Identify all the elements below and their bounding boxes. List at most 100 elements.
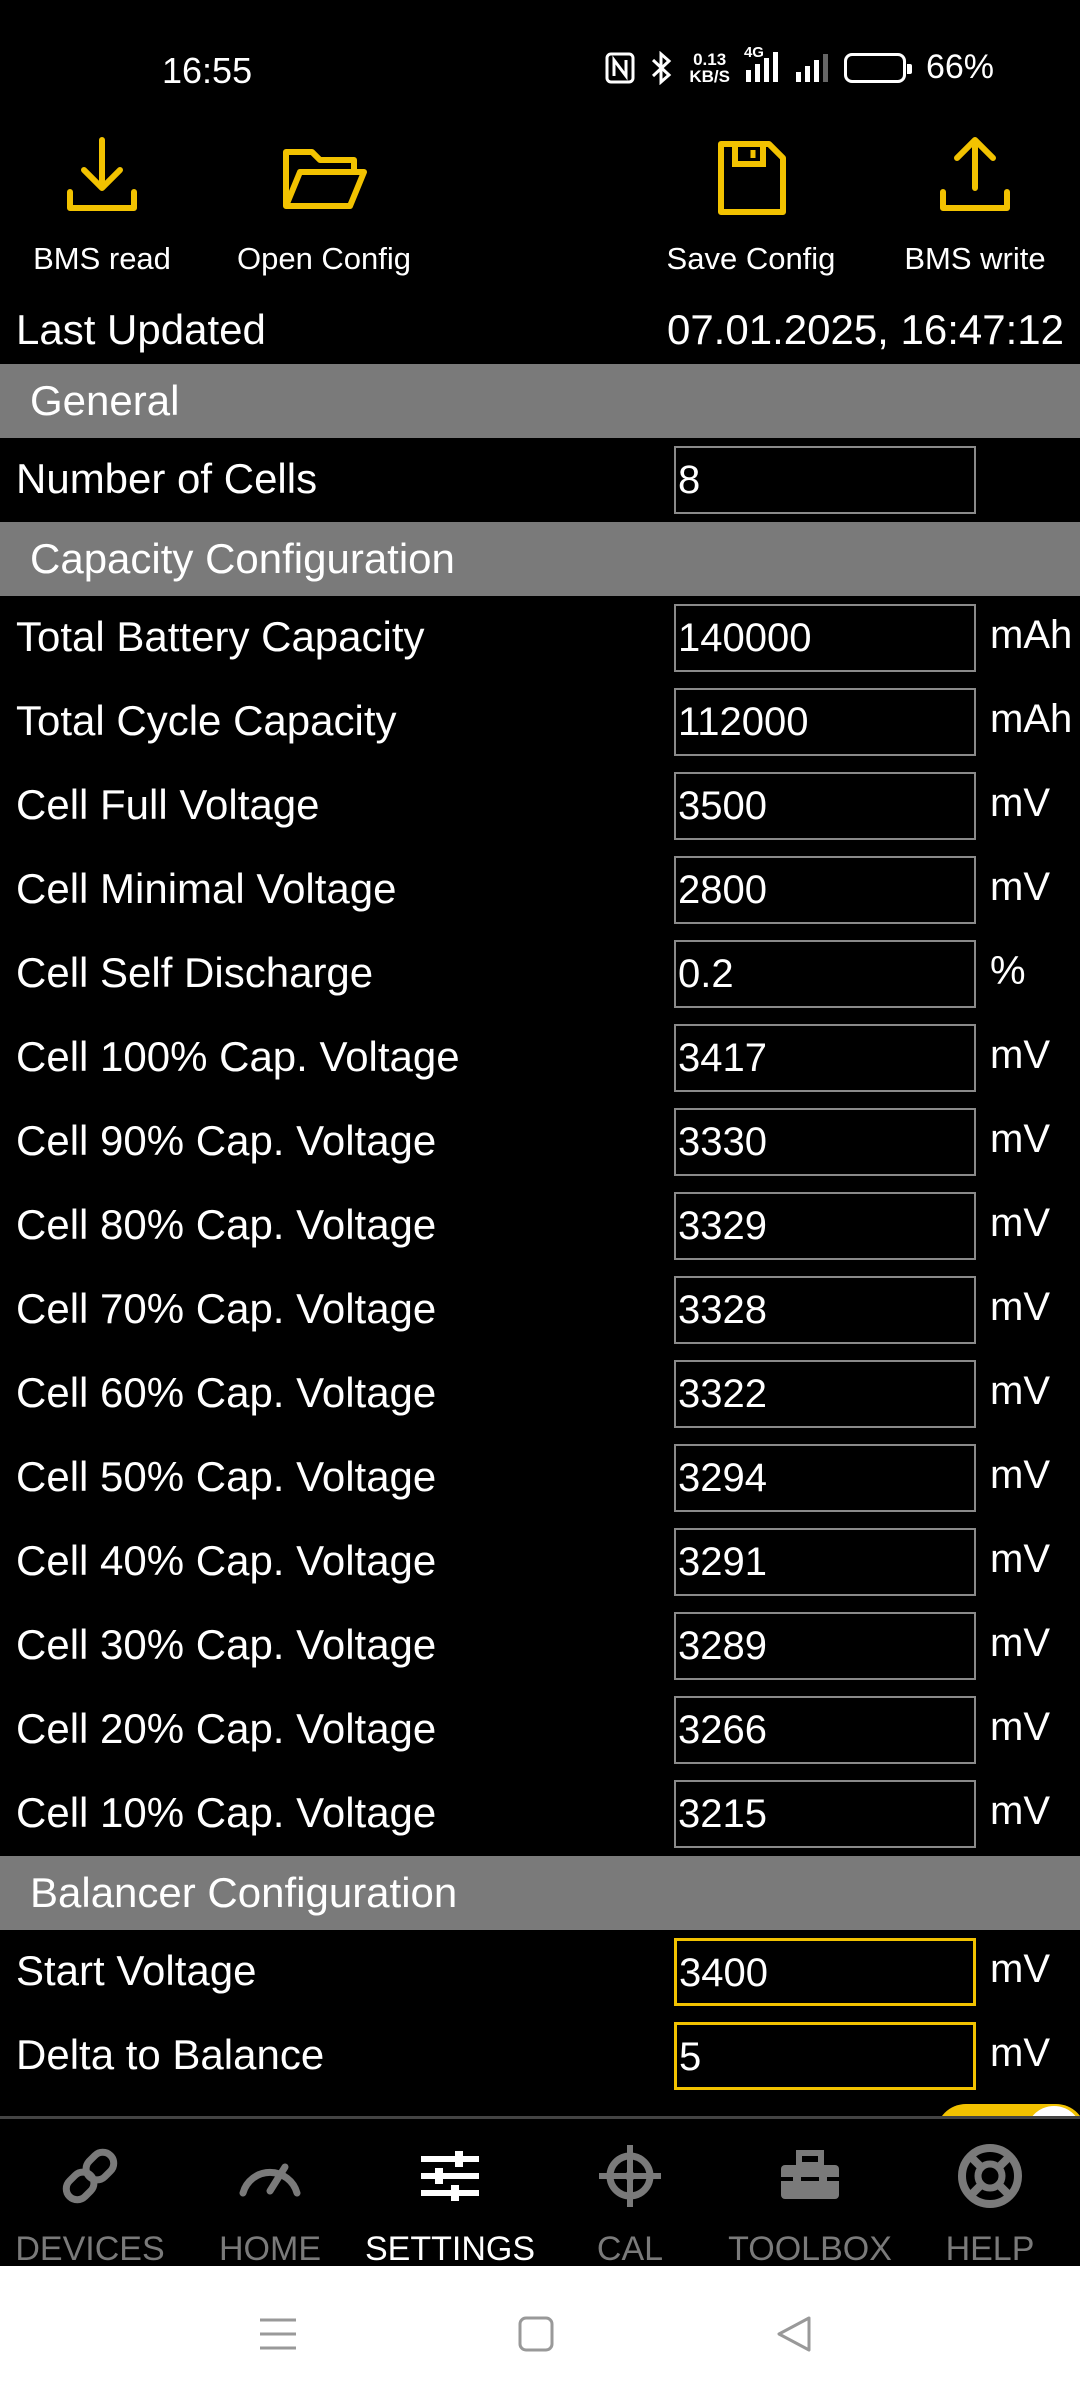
- status-icons: 0.13 KB/S 4G 66%: [605, 44, 994, 87]
- setting-unit: mV: [990, 1705, 1050, 1749]
- setting-value-field[interactable]: 0.2: [674, 940, 976, 1008]
- setting-value-field[interactable]: 8: [674, 446, 976, 514]
- setting-row: Cell 50% Cap. Voltage 3294 mV: [0, 1436, 1080, 1520]
- setting-value-field[interactable]: 3322: [674, 1360, 976, 1428]
- nav-settings-label: SETTINGS: [364, 2230, 536, 2268]
- open-config-label: Open Config: [236, 241, 412, 276]
- open-config-button[interactable]: Open Config: [214, 130, 434, 277]
- setting-value-field[interactable]: 3328: [674, 1276, 976, 1344]
- setting-row: Number of Cells 8: [0, 438, 1080, 522]
- capacity-rows: Total Battery Capacity 140000 mAh Total Cyc…: [0, 596, 1080, 1856]
- setting-label: Cell 50% Cap. Voltage: [16, 1453, 437, 1500]
- setting-value-field[interactable]: 3500: [674, 772, 976, 840]
- setting-unit: mV: [990, 1621, 1050, 1665]
- setting-unit: mV: [990, 1947, 1050, 1991]
- square-icon: [517, 2315, 555, 2358]
- sliders-icon: [415, 2119, 485, 2216]
- setting-value-field[interactable]: 2800: [674, 856, 976, 924]
- setting-unit: %: [990, 949, 1026, 993]
- link-icon: [55, 2119, 125, 2216]
- last-updated-row: Last Updated 07.01.2025, 16:47:12: [0, 298, 1080, 360]
- section-header-capacity: Capacity Configuration: [0, 522, 1080, 596]
- nav-help-label: HELP: [945, 2230, 1035, 2268]
- setting-row: Total Cycle Capacity 112000 mAh: [0, 680, 1080, 764]
- setting-unit: mAh: [990, 697, 1073, 741]
- setting-unit: mV: [990, 1453, 1050, 1497]
- setting-label: Cell 40% Cap. Voltage: [16, 1537, 437, 1584]
- setting-label: Cell 80% Cap. Voltage: [16, 1201, 437, 1248]
- nfc-icon: [605, 52, 635, 84]
- setting-value-field[interactable]: 3330: [674, 1108, 976, 1176]
- setting-value-field[interactable]: 140000: [674, 604, 976, 672]
- setting-row: Cell Minimal Voltage 2800 mV: [0, 848, 1080, 932]
- setting-unit: mV: [990, 781, 1050, 825]
- nav-home[interactable]: HOME: [180, 2119, 360, 2269]
- setting-value-field[interactable]: 3294: [674, 1444, 976, 1512]
- bms-read-label: BMS read: [33, 241, 171, 276]
- battery-icon: [843, 52, 912, 83]
- setting-row: Cell Full Voltage 3500 mV: [0, 764, 1080, 848]
- nav-devices[interactable]: DEVICES: [0, 2119, 180, 2269]
- setting-row: Cell 70% Cap. Voltage 3328 mV: [0, 1268, 1080, 1352]
- setting-label: Total Battery Capacity: [16, 613, 425, 660]
- setting-unit: mV: [990, 1285, 1050, 1329]
- setting-value-field[interactable]: 3289: [674, 1612, 976, 1680]
- system-back-button[interactable]: [764, 2306, 824, 2366]
- system-menu-button[interactable]: [248, 2306, 308, 2366]
- setting-row: Cell Self Discharge 0.2%: [0, 932, 1080, 1016]
- setting-row: Cell 80% Cap. Voltage 3329 mV: [0, 1184, 1080, 1268]
- lifebuoy-icon: [955, 2119, 1025, 2216]
- network-speed-value: 0.13: [693, 49, 727, 69]
- setting-unit: mV: [990, 1117, 1050, 1161]
- setting-value-field[interactable]: 5: [674, 2022, 976, 2090]
- bms-write-label: BMS write: [904, 241, 1046, 276]
- setting-row: Cell 20% Cap. Voltage 3266 mV: [0, 1688, 1080, 1772]
- section-header-balancer: Balancer Configuration: [0, 1856, 1080, 1930]
- setting-unit: mV: [990, 1537, 1050, 1581]
- nav-toolbox[interactable]: TOOLBOX: [720, 2119, 900, 2269]
- setting-row: Delta to Balance 5 mV: [0, 2014, 1080, 2098]
- system-home-button[interactable]: [506, 2306, 566, 2366]
- setting-unit: mAh: [990, 613, 1073, 657]
- setting-label: Cell 100% Cap. Voltage: [16, 1033, 460, 1080]
- setting-unit: mV: [990, 2031, 1050, 2075]
- save-config-button[interactable]: Save Config: [641, 130, 861, 277]
- balancer-rows: Start Voltage 3400 mV Delta to Balance 5 mV: [0, 1930, 1080, 2098]
- bms-write-button[interactable]: BMS write: [865, 130, 1080, 277]
- setting-label: Cell 90% Cap. Voltage: [16, 1117, 437, 1164]
- setting-label: Number of Cells: [16, 455, 318, 502]
- setting-label: Cell 30% Cap. Voltage: [16, 1621, 437, 1668]
- signal-4g-icon: 4G: [744, 44, 780, 84]
- nav-settings[interactable]: SETTINGS: [360, 2119, 540, 2269]
- setting-label: Cell Minimal Voltage: [16, 865, 397, 912]
- setting-unit: mV: [990, 1033, 1050, 1077]
- system-navigation-bar: [0, 2266, 1080, 2400]
- network-type: 4G: [743, 43, 764, 61]
- nav-help[interactable]: HELP: [900, 2119, 1080, 2269]
- setting-value-field[interactable]: 3291: [674, 1528, 976, 1596]
- save-config-label: Save Config: [666, 241, 836, 276]
- setting-value-field[interactable]: 3329: [674, 1192, 976, 1260]
- setting-value-field[interactable]: 3400: [674, 1938, 976, 2006]
- setting-value-field[interactable]: 3215: [674, 1780, 976, 1848]
- setting-value-field[interactable]: 112000: [674, 688, 976, 756]
- general-rows: Number of Cells 8: [0, 438, 1080, 522]
- setting-unit: mV: [990, 1789, 1050, 1833]
- battery-percent: 66%: [925, 48, 994, 86]
- last-updated-label: Last Updated: [16, 306, 266, 353]
- setting-label: Cell 10% Cap. Voltage: [16, 1789, 437, 1836]
- nav-home-label: HOME: [219, 2230, 321, 2268]
- bms-read-button[interactable]: BMS read: [0, 130, 212, 277]
- nav-cal[interactable]: CAL: [540, 2119, 720, 2269]
- back-triangle-icon: [775, 2314, 813, 2359]
- setting-row: Total Battery Capacity 140000 mAh: [0, 596, 1080, 680]
- folder-open-icon: [276, 130, 372, 231]
- network-speed: 0.13 KB/S: [689, 51, 730, 85]
- crosshair-icon: [595, 2119, 665, 2216]
- setting-value-field[interactable]: 3266: [674, 1696, 976, 1764]
- setting-label: Cell 20% Cap. Voltage: [16, 1705, 437, 1752]
- upload-icon: [927, 130, 1023, 231]
- setting-value-field[interactable]: 3417: [674, 1024, 976, 1092]
- bottom-navigation: DEVICES HOME SETTINGS CAL TOOLBOX HELP: [0, 2116, 1080, 2268]
- network-speed-unit: KB/S: [689, 66, 730, 86]
